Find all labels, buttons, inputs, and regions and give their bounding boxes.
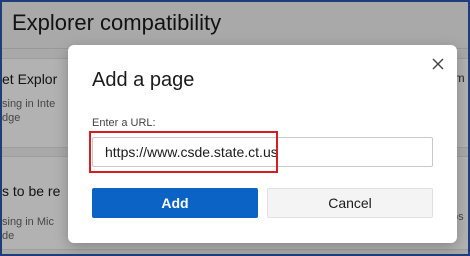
url-input[interactable] [92, 137, 433, 167]
url-field-label: Enter a URL: [92, 117, 156, 129]
screenshot-frame: Explorer compatibility et Explor sing in… [0, 0, 470, 256]
cancel-button[interactable]: Cancel [267, 188, 433, 218]
dialog-title: Add a page [92, 69, 195, 91]
close-icon[interactable] [429, 55, 447, 73]
add-button[interactable]: Add [92, 188, 258, 218]
add-page-dialog: Add a page Enter a URL: Add Cancel [68, 45, 457, 243]
